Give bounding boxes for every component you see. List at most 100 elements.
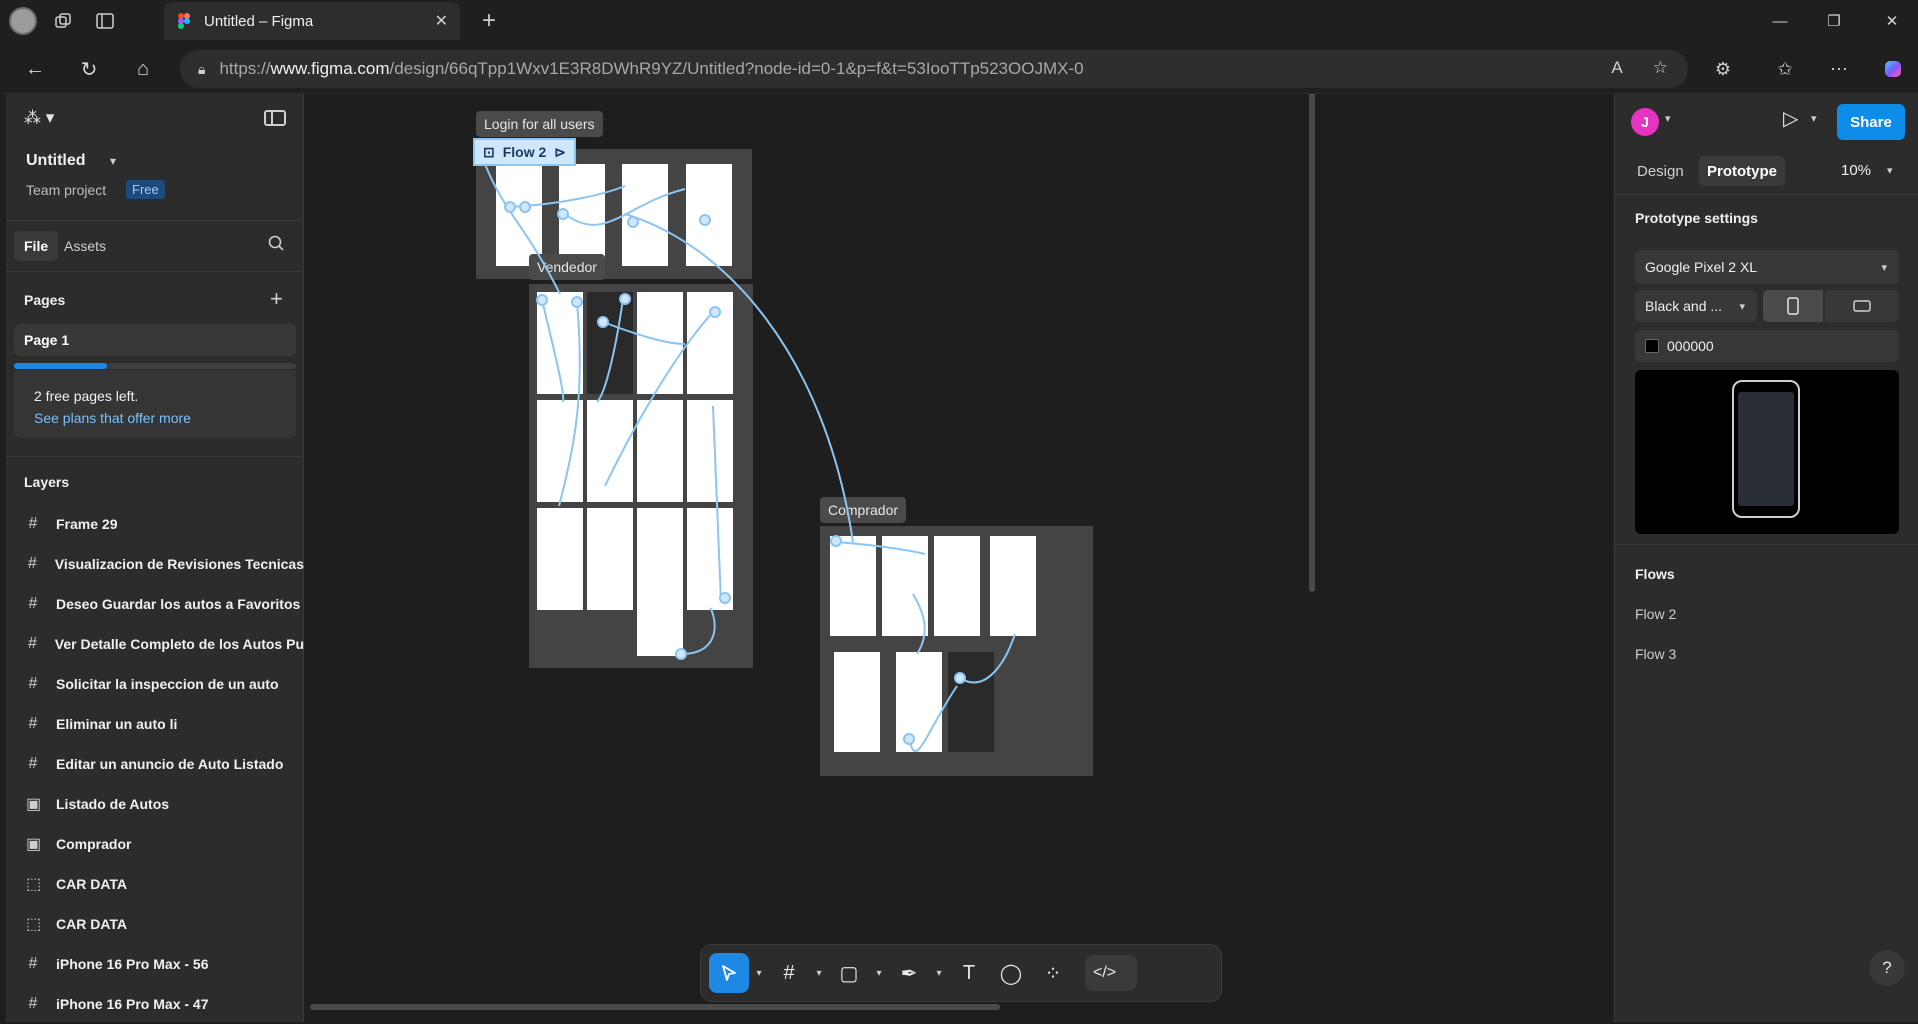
chevron-down-icon[interactable]: ▾ xyxy=(811,968,827,979)
tab-actions-icon[interactable] xyxy=(90,6,120,36)
frame-icon: # xyxy=(28,595,38,612)
device-select[interactable]: Google Pixel 2 XL ▾ xyxy=(1635,250,1899,284)
chevron-down-icon[interactable]: ▾ xyxy=(1665,112,1671,125)
workspaces-icon[interactable] xyxy=(48,6,78,36)
new-tab-button[interactable]: + xyxy=(474,6,504,36)
section-icon: ▣ xyxy=(26,796,42,813)
pen-tool-icon[interactable]: ✒ xyxy=(889,953,929,993)
refresh-icon[interactable]: ↻ xyxy=(72,52,106,86)
layer-item[interactable]: ⬚ CAR DATA xyxy=(6,864,304,904)
tool-bar: ▾ # ▾ ▢ ▾ ✒ ▾ T ◯ ⁘ </> xyxy=(700,944,1222,1002)
url-prefix: https:// xyxy=(219,59,271,78)
profile-icon[interactable] xyxy=(8,6,38,36)
color-swatch[interactable] xyxy=(1645,339,1659,353)
horizontal-scrollbar[interactable] xyxy=(310,1004,1000,1010)
tab-design[interactable]: Design xyxy=(1629,156,1692,186)
url-host: www.figma.com xyxy=(270,59,390,78)
zoom-level[interactable]: 10% xyxy=(1841,162,1871,179)
layer-label: Comprador xyxy=(56,836,132,852)
copilot-icon[interactable] xyxy=(1876,52,1910,86)
frame-icon: # xyxy=(28,715,38,732)
actions-tool-icon[interactable]: ⁘ xyxy=(1033,953,1073,993)
close-window-icon[interactable]: ✕ xyxy=(1872,6,1912,36)
vertical-scrollbar[interactable] xyxy=(1309,94,1315,592)
close-tab-icon[interactable]: ✕ xyxy=(435,11,448,31)
rectangle-tool-icon[interactable]: ▢ xyxy=(829,953,869,993)
frame-icon: # xyxy=(28,515,38,532)
file-name[interactable]: Untitled xyxy=(26,152,86,170)
back-icon[interactable]: ← xyxy=(18,52,52,86)
favorites-icon[interactable]: ✩ xyxy=(1768,52,1802,86)
layer-item[interactable]: # Ver Detalle Completo de los Autos Pu xyxy=(6,624,304,664)
team-name: Team project xyxy=(26,182,107,198)
move-tool-icon[interactable] xyxy=(709,953,749,993)
device-color-select[interactable]: Black and ... ▾ xyxy=(1635,290,1757,322)
minimize-icon[interactable]: — xyxy=(1760,6,1800,36)
landscape-orientation-icon[interactable] xyxy=(1825,290,1899,322)
restore-icon[interactable]: ❐ xyxy=(1814,6,1854,36)
tab-title: Untitled – Figma xyxy=(204,12,314,30)
layer-item[interactable]: # Eliminar un auto li xyxy=(6,704,304,744)
device-color-value: Black and ... xyxy=(1645,298,1723,314)
extensions-icon[interactable]: ⚙ xyxy=(1706,52,1740,86)
chevron-down-icon[interactable]: ▾ xyxy=(1887,164,1893,177)
dashed-frame-icon: ⬚ xyxy=(26,916,42,933)
tab-assets[interactable]: Assets xyxy=(54,231,116,261)
layer-item[interactable]: ▣ Comprador xyxy=(6,824,304,864)
divider xyxy=(1615,544,1918,545)
layer-item[interactable]: # Deseo Guardar los autos a Favoritos xyxy=(6,584,304,624)
home-icon[interactable]: ⌂ xyxy=(126,52,160,86)
browser-tab-figma[interactable]: Untitled – Figma ✕ xyxy=(164,2,460,40)
chevron-down-icon[interactable]: ▾ xyxy=(931,968,947,979)
background-color-field[interactable]: 000000 xyxy=(1635,330,1899,362)
chevron-down-icon[interactable]: ▾ xyxy=(1811,112,1817,125)
frame-icon: # xyxy=(27,635,37,652)
comment-tool-icon[interactable]: ◯ xyxy=(991,953,1031,993)
layer-label: iPhone 16 Pro Max - 47 xyxy=(56,996,209,1012)
chevron-down-icon[interactable]: ▾ xyxy=(110,154,116,168)
tab-prototype[interactable]: Prototype xyxy=(1699,156,1786,186)
chevron-down-icon[interactable]: ▾ xyxy=(751,968,767,979)
layer-label: Eliminar un auto li xyxy=(56,716,178,732)
chevron-down-icon[interactable]: ▾ xyxy=(871,968,887,979)
flow-item-2[interactable]: Flow 3 xyxy=(1635,646,1676,662)
layer-item[interactable]: # Editar un anuncio de Auto Listado xyxy=(6,744,304,784)
avatar[interactable]: J xyxy=(1631,108,1659,136)
more-icon[interactable]: ⋯ xyxy=(1822,52,1856,86)
layer-item[interactable]: # iPhone 16 Pro Max - 47 xyxy=(6,984,304,1024)
text-tool-icon[interactable]: T xyxy=(949,953,989,993)
frame-icon: # xyxy=(28,755,38,772)
figma-menu-icon[interactable]: ⁂ ▾ xyxy=(24,108,54,128)
flows-title: Flows xyxy=(1635,566,1675,582)
page-item-1[interactable]: Page 1 xyxy=(14,324,296,356)
frame-tool-icon[interactable]: # xyxy=(769,953,809,993)
share-button[interactable]: Share xyxy=(1837,104,1905,140)
layer-item[interactable]: # iPhone 16 Pro Max - 56 xyxy=(6,944,304,984)
frame-icon: # xyxy=(27,555,37,572)
help-icon[interactable]: ? xyxy=(1869,950,1905,986)
design-canvas[interactable]: Login for all users ⊡ Flow 2 ⊳ Vendedor … xyxy=(305,94,1613,1022)
read-aloud-icon[interactable]: A xyxy=(1611,58,1622,78)
layer-item[interactable]: # Visualizacion de Revisiones Tecnicas xyxy=(6,544,304,584)
chevron-down-icon: ▾ xyxy=(1739,300,1745,313)
sidebar-tabs: File Assets xyxy=(6,220,303,272)
dev-mode-toggle-icon[interactable]: </> xyxy=(1085,955,1137,991)
see-plans-link[interactable]: See plans that offer more xyxy=(34,410,276,426)
right-sidebar: J ▾ ▷ ▾ Share Design Prototype 10% ▾ Pro… xyxy=(1614,94,1918,1022)
layer-item[interactable]: ▣ Listado de Autos xyxy=(6,784,304,824)
background-hex-value: 000000 xyxy=(1667,338,1714,354)
present-play-icon[interactable]: ▷ xyxy=(1783,106,1798,131)
search-icon[interactable] xyxy=(268,235,284,256)
add-page-icon[interactable]: + xyxy=(270,286,283,312)
tab-file[interactable]: File xyxy=(14,231,59,261)
flow-item-1[interactable]: Flow 2 xyxy=(1635,606,1676,622)
layer-item[interactable]: # Frame 29 xyxy=(6,504,304,544)
prototype-settings-title: Prototype settings xyxy=(1635,210,1758,226)
url-field[interactable]: 🔒︎ https://www.figma.com/design/66qTpp1W… xyxy=(180,50,1688,88)
panel-toggle-icon[interactable] xyxy=(264,110,286,126)
layer-item[interactable]: ⬚ CAR DATA xyxy=(6,904,304,944)
layer-item[interactable]: # Solicitar la inspeccion de un auto xyxy=(6,664,304,704)
divider xyxy=(1615,194,1918,195)
favorite-star-icon[interactable]: ☆ xyxy=(1653,58,1668,78)
portrait-orientation-icon[interactable] xyxy=(1763,290,1823,322)
